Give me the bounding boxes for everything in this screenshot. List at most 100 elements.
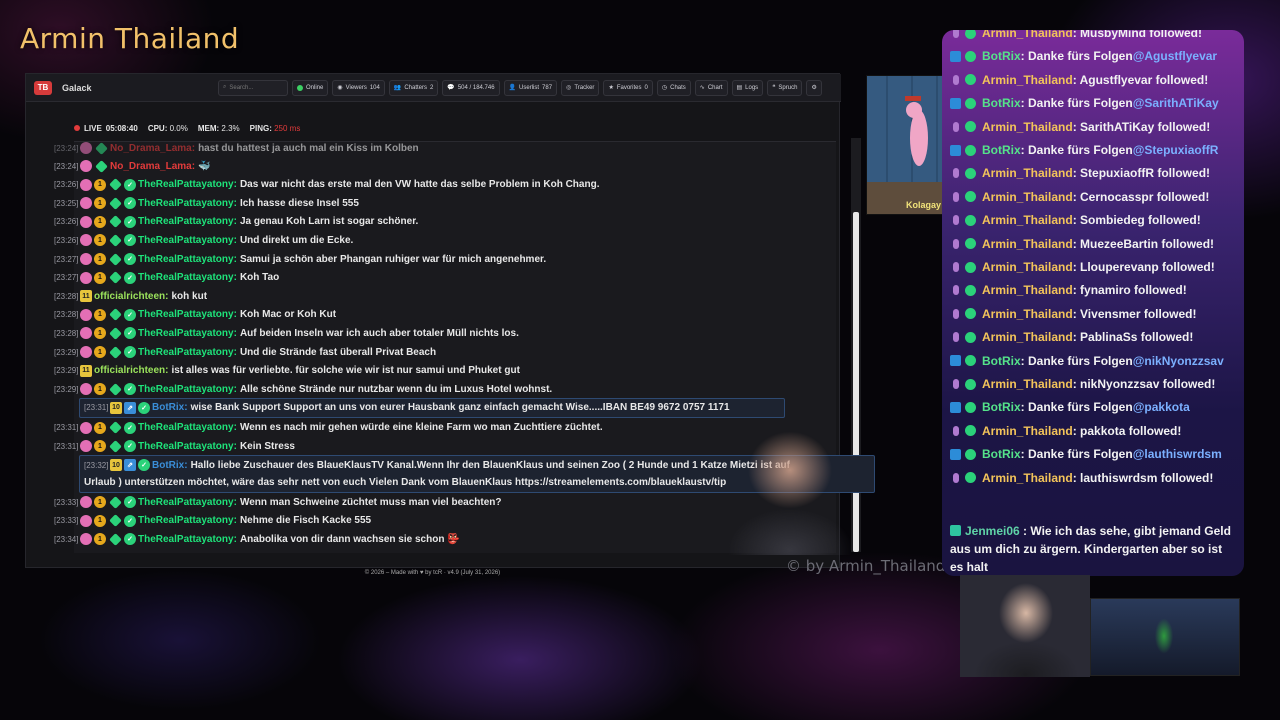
settings-button[interactable]: ⚙ [806, 79, 822, 96]
diamond-badge-icon [109, 215, 122, 229]
alert-text: : Vivensmer followed! [1072, 306, 1197, 321]
chat-timestamp: [23:34] [54, 534, 79, 544]
messages-button[interactable]: 💬 504 / 184.746 [442, 79, 500, 96]
logs-icon: ▤ [736, 85, 743, 91]
chat-message: [23:31] 10 ⇗ ✓ BotRix: wise Bank Support Supp… [84, 399, 730, 417]
logs-button[interactable]: ▤ Logs [731, 79, 764, 96]
diamond-badge-icon [109, 382, 122, 396]
verified-badge-icon: ✓ [138, 459, 150, 471]
tracker-button[interactable]: ◎ Tracker [561, 79, 600, 96]
chat-message: [23:29] 1 ✓ TheRealPattayatony: Und die Strä… [54, 343, 436, 361]
bot-follow-thanks: BotRix : Danke fürs Folgen @lauthiswrdsm [950, 444, 1222, 464]
chat-username[interactable]: BotRix [152, 460, 184, 471]
alert-text: : SarithATiKay followed! [1072, 119, 1211, 134]
chat-username[interactable]: TheRealPattayatony [138, 515, 234, 526]
diamond-badge-icon [109, 514, 122, 527]
chat-username[interactable]: No_Drama_Lama [110, 161, 192, 172]
alert-text: : Danke fürs Folgen [1020, 143, 1133, 157]
chat-colon: : [233, 440, 237, 452]
chat-username[interactable]: TheRealPattayatony [138, 198, 234, 209]
chat-username[interactable]: TheRealPattayatony [138, 179, 234, 190]
search-input[interactable]: ⌕ Search... [218, 79, 288, 96]
mic-icon [953, 379, 959, 389]
chat-timestamp: [23:31] [54, 441, 79, 451]
verified-badge-icon: ✓ [124, 253, 136, 265]
chat-text: Koh Mac or Koh Kut [239, 309, 337, 321]
chat-username[interactable]: TheRealPattayatony [138, 254, 234, 265]
alert-text: : pakkota followed! [1072, 423, 1182, 438]
bot-follow-thanks: BotRix : Danke fürs Folgen @nikNyonzzsav [950, 351, 1224, 371]
chat-username[interactable]: No_Drama_Lama [110, 143, 192, 154]
bot-badge-icon: ⇗ [124, 401, 136, 414]
mem-stat: MEM: 2.3% [198, 124, 240, 133]
mic-icon [953, 332, 959, 343]
chat-username[interactable]: TheRealPattayatony [138, 216, 234, 227]
alert-username: Armin_Thailand [982, 236, 1073, 251]
chat-username[interactable]: TheRealPattayatony [138, 347, 234, 358]
chat-bubble-icon: 💬 [447, 85, 455, 91]
ping-value: 250 ms [274, 123, 301, 133]
chat-username[interactable]: TheRealPattayatony [138, 534, 234, 545]
chat-timestamp: [23:33] [54, 497, 79, 507]
chat-username[interactable]: officialrichteen [94, 365, 165, 376]
chat-username[interactable]: TheRealPattayatony [138, 272, 234, 283]
chats-label: Chats [670, 84, 686, 91]
verified-icon [965, 261, 976, 273]
alert-username: BotRix [982, 49, 1021, 64]
chat-text: koh kut [171, 290, 208, 302]
chat-username[interactable]: BotRix [152, 402, 184, 413]
sub-badge-icon [80, 178, 92, 191]
chat-username[interactable]: TheRealPattayatony [138, 384, 234, 395]
chat-username[interactable]: officialrichteen [94, 291, 165, 302]
chat-username[interactable]: TheRealPattayatony [138, 235, 234, 246]
alert-text: : Cernocasspr followed! [1072, 189, 1210, 204]
chart-button[interactable]: ∿ Chart [694, 79, 728, 96]
alert-username: BotRix [982, 96, 1021, 111]
chat-username[interactable]: TheRealPattayatony [138, 309, 234, 320]
eye-icon: ◉ [337, 85, 343, 91]
chart-label: Chart [707, 84, 723, 91]
alert-mention: @pakkota [1132, 400, 1190, 415]
sub-badge-icon [80, 308, 92, 321]
spruch-button[interactable]: ❝ Spruch [767, 79, 803, 96]
sub-badge-icon [80, 514, 92, 527]
alert-username: Armin_Thailand [982, 330, 1073, 345]
level-badge-icon: 10 [110, 459, 122, 471]
chat-text: Und die Strände fast überall Privat Beac… [239, 346, 437, 358]
diamond-badge-icon [109, 327, 122, 340]
chat-username[interactable]: TheRealPattayatony [138, 422, 234, 433]
userlist-button[interactable]: 👤 Userlist 787 [503, 79, 558, 96]
chats-button[interactable]: ◷ Chats [656, 79, 691, 96]
alert-text: : Danke fürs Folgen [1020, 353, 1133, 368]
verified-icon [965, 167, 976, 179]
verified-icon [965, 448, 976, 460]
chat-username[interactable]: TheRealPattayatony [138, 497, 234, 508]
alert-mention: @nikNyonzzsav [1132, 353, 1224, 368]
chat-colon: : [233, 272, 237, 284]
sub-badge-icon [80, 327, 92, 340]
ping-label: PING: [249, 123, 272, 133]
diamond-badge-icon [109, 421, 122, 435]
chat-timestamp: [23:28] [54, 328, 79, 338]
online-label: Online [306, 84, 324, 91]
chat-text: wise Bank Support Support an uns von eur… [190, 402, 730, 414]
chat-username[interactable]: TheRealPattayatony [138, 441, 234, 452]
diamond-badge-icon [109, 234, 122, 247]
alert-username: Armin_Thailand [982, 283, 1073, 298]
favorites-button[interactable]: ★ Favorites 0 [603, 79, 653, 96]
chat-text: Kein Stress [239, 440, 295, 452]
bot-follow-thanks: BotRix : Danke fürs Folgen @SarithATiKay [950, 93, 1219, 113]
chatters-label: Chatters [404, 84, 428, 91]
chatters-button[interactable]: 👥 Chatters 2 [388, 79, 439, 96]
chat-text: Ja genau Koh Larn ist sogar schöner. [239, 216, 419, 228]
mic-icon [953, 472, 959, 483]
chat-username[interactable]: TheRealPattayatony [138, 328, 234, 339]
chat-message: [23:26] 1 ✓ TheRealPattayatony: Das war nich… [54, 176, 599, 194]
online-button[interactable]: Online [292, 79, 329, 96]
app-toolbar: TB Galack ⌕ Search... Online ◉ Viewers 104 … [26, 74, 841, 102]
alert-username: Armin_Thailand [982, 166, 1073, 181]
alert-mention: @SarithATiKay [1132, 96, 1219, 111]
viewers-button[interactable]: ◉ Viewers 104 [332, 79, 385, 96]
alert-text: : Agustflyevar followed! [1072, 72, 1209, 87]
chat-text: Ich hasse diese Insel 555 [239, 197, 359, 209]
